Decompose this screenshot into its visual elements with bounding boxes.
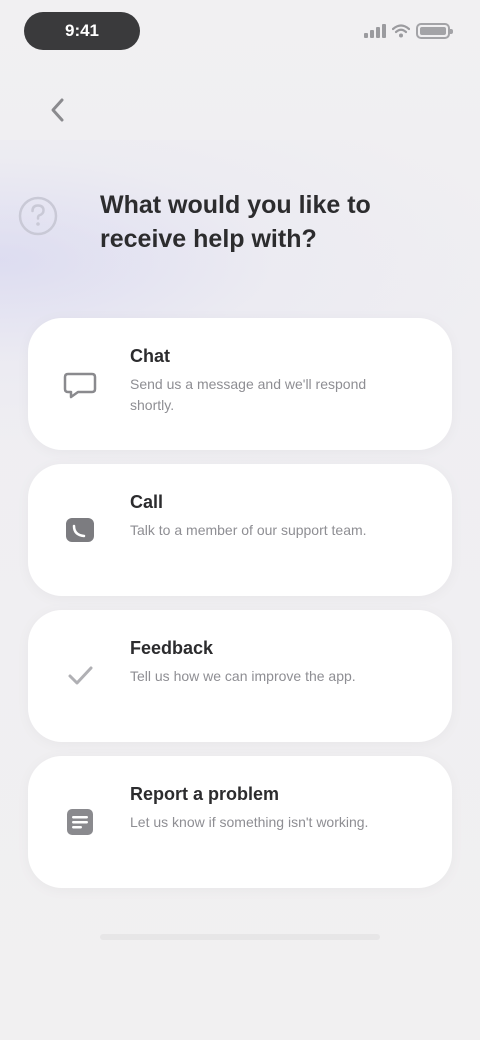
option-description: Let us know if something isn't working. (130, 814, 369, 830)
status-time: 9:41 (24, 12, 140, 50)
page-header: What would you like to receive help with… (0, 170, 480, 280)
chevron-left-icon (51, 98, 64, 122)
option-title: Feedback (130, 638, 214, 658)
phone-icon (54, 504, 106, 556)
page-title: What would you like to receive help with… (100, 191, 371, 253)
option-title: Report a problem (130, 784, 280, 804)
wifi-icon (392, 24, 410, 38)
option-card-report[interactable]: Report a problem Let us know if somethin… (28, 756, 452, 888)
option-card-call[interactable]: Call Talk to a member of our support tea… (28, 464, 452, 596)
option-card-chat[interactable]: Chat Send us a message and we'll respond… (28, 318, 452, 450)
status-bar: 9:41 (0, 0, 480, 64)
report-icon (54, 796, 106, 848)
option-description: Send us a message and we'll respond shor… (130, 376, 367, 413)
option-card-feedback[interactable]: Feedback Tell us how we can improve the … (28, 610, 452, 742)
back-button[interactable] (38, 90, 78, 130)
status-icons (364, 20, 453, 42)
option-title: Call (130, 492, 164, 512)
chat-bubble-icon (54, 358, 106, 410)
feedback-icon (54, 650, 106, 702)
home-indicator (100, 934, 380, 940)
option-description: Talk to a member of our support team. (130, 522, 367, 538)
battery-icon (416, 23, 453, 39)
option-title: Chat (130, 346, 170, 366)
option-description: Tell us how we can improve the app. (130, 668, 356, 684)
cellular-signal-icon (364, 24, 386, 38)
help-icon (10, 188, 66, 244)
